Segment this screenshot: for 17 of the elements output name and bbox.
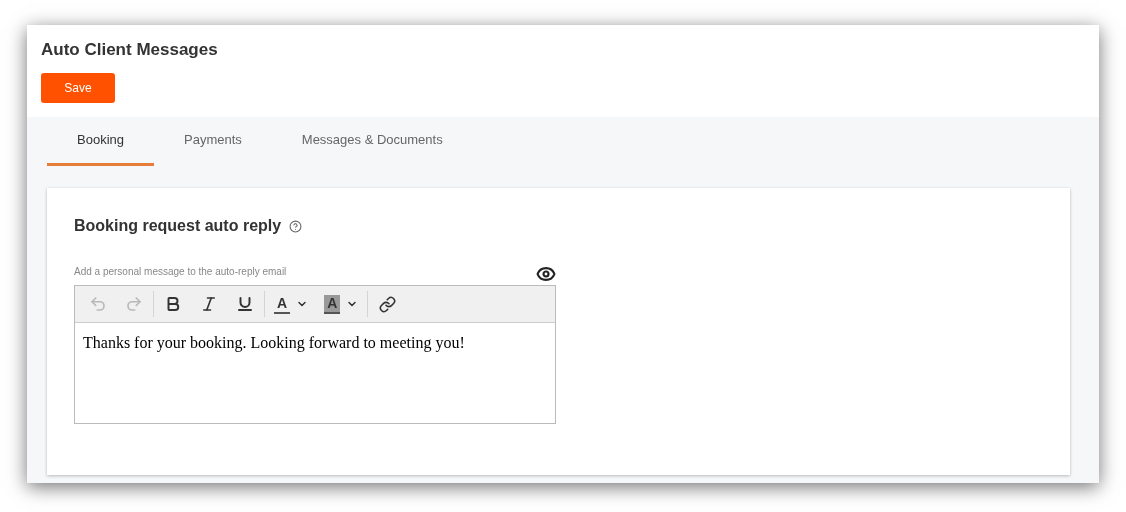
tab[interactable]: Messages & Documents xyxy=(271,117,473,166)
save-button[interactable]: Save xyxy=(41,73,115,103)
section-title: Booking request auto reply xyxy=(74,216,282,236)
link-icon xyxy=(378,295,396,313)
tab[interactable]: Booking xyxy=(47,117,154,166)
field-hint: Add a personal message to the auto-reply email xyxy=(74,265,287,279)
redo-icon xyxy=(125,295,143,313)
italic-icon xyxy=(200,295,218,313)
tab[interactable]: Payments xyxy=(154,117,272,166)
preview-icon[interactable] xyxy=(536,264,556,284)
help-icon[interactable] xyxy=(289,219,303,233)
text-color-button[interactable]: A xyxy=(266,288,317,320)
editor-text[interactable]: Thanks for your booking. Looking forward to meeting you! xyxy=(75,323,555,423)
underline-icon xyxy=(236,295,254,313)
undo-icon xyxy=(89,295,107,313)
highlight-color-button[interactable]: A xyxy=(316,288,367,320)
page-title: Auto Client Messages xyxy=(41,39,219,61)
